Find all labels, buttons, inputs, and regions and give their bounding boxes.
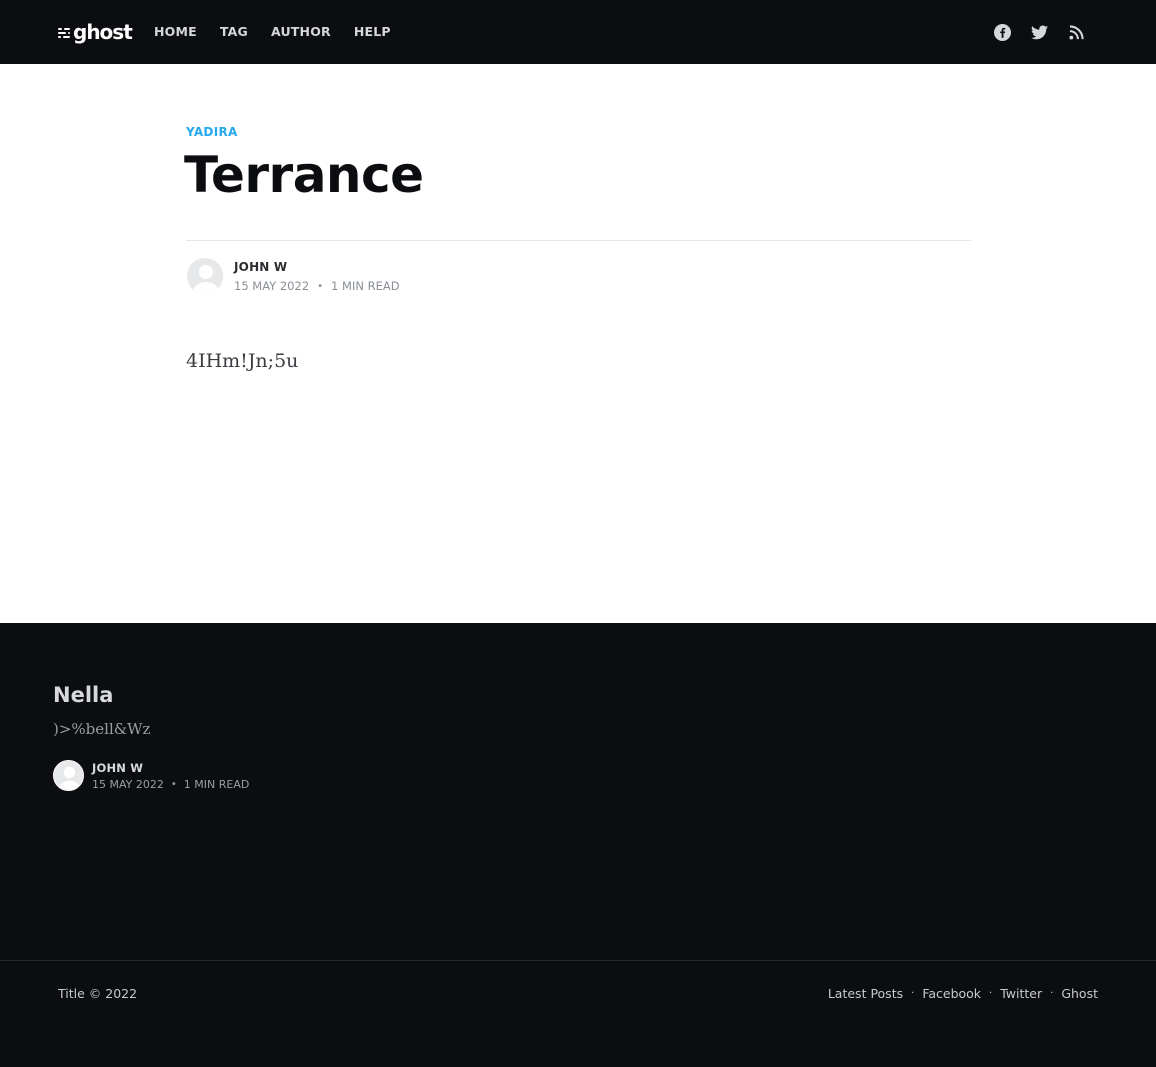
post-date: 15 MAY 2022 <box>234 279 310 293</box>
twitter-icon[interactable] <box>1029 22 1049 42</box>
featured-post-title[interactable]: Nella <box>53 683 113 707</box>
nav-help[interactable]: HELP <box>354 24 391 40</box>
divider <box>186 240 971 241</box>
facebook-icon[interactable] <box>992 22 1012 42</box>
nav-tag[interactable]: TAG <box>220 24 248 40</box>
avatar-icon <box>54 761 83 790</box>
footer-divider <box>0 960 1156 961</box>
main-nav: HOME TAG AUTHOR HELP <box>154 24 414 40</box>
article-body: 4IHm!Jn;5u <box>186 350 299 372</box>
footer-link-twitter[interactable]: Twitter <box>1000 986 1042 1001</box>
featured-post-excerpt: )>%bell&Wz <box>53 720 151 738</box>
footer-separator: · <box>1050 988 1054 999</box>
social-links <box>975 22 1086 42</box>
footer-separator: · <box>989 988 993 999</box>
article-tag[interactable]: YADIRA <box>186 125 238 139</box>
ghost-logo[interactable]: ghost <box>58 20 133 44</box>
avatar[interactable] <box>186 257 224 295</box>
logo-text: ghost <box>73 20 133 44</box>
avatar-icon <box>187 258 223 294</box>
site-header: ghost HOME TAG AUTHOR HELP <box>0 0 1156 64</box>
copyright: Title © 2022 <box>58 986 138 1001</box>
featured-post-meta: 15 MAY 2022 • 1 MIN READ <box>92 778 249 791</box>
author-name[interactable]: JOHN W <box>234 260 287 274</box>
article-title: Terrance <box>184 146 424 204</box>
meta-separator: • <box>317 280 324 292</box>
footer-link-facebook[interactable]: Facebook <box>922 986 981 1001</box>
nav-home[interactable]: HOME <box>154 24 197 40</box>
footer-separator: · <box>911 988 915 999</box>
nav-author[interactable]: AUTHOR <box>271 24 331 40</box>
featured-reading-time: 1 MIN READ <box>183 778 250 791</box>
footer-link-latest-posts[interactable]: Latest Posts <box>828 986 903 1001</box>
site-footer: Nella )>%bell&Wz JOHN W 15 MAY 2022 • 1 … <box>0 623 1156 1067</box>
ghost-logo-icon <box>58 26 70 38</box>
footer-link-ghost[interactable]: Ghost <box>1061 986 1098 1001</box>
footer-nav: Latest Posts · Facebook · Twitter · Ghos… <box>828 986 1098 1001</box>
rss-icon[interactable] <box>1066 22 1086 42</box>
featured-post-date: 15 MAY 2022 <box>92 778 164 791</box>
meta-separator: • <box>170 779 177 790</box>
post-meta: 15 MAY 2022 • 1 MIN READ <box>234 279 400 293</box>
featured-avatar[interactable] <box>53 760 84 791</box>
reading-time: 1 MIN READ <box>331 279 400 293</box>
featured-author-name[interactable]: JOHN W <box>92 761 143 775</box>
